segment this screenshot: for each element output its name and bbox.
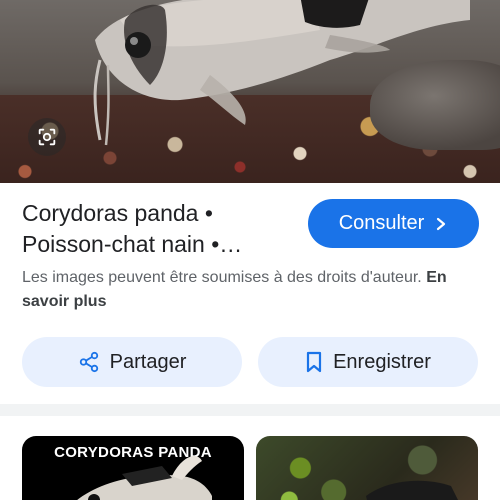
consult-button[interactable]: Consulter	[308, 199, 479, 248]
save-label: Enregistrer	[333, 350, 431, 373]
copyright-notice: Les images peuvent être soumises à des d…	[22, 266, 472, 314]
related-thumbnail-2[interactable]	[256, 436, 478, 500]
section-divider	[0, 404, 500, 416]
result-title[interactable]: Corydoras panda • Poisson-chat nain •…	[22, 198, 302, 260]
thumbnail-fish-image	[77, 456, 212, 500]
related-thumbnail-1[interactable]: CORYDORAS PANDA	[22, 436, 244, 500]
notice-text: Les images peuvent être soumises à des d…	[22, 269, 422, 286]
lens-button[interactable]	[28, 118, 66, 156]
share-icon	[79, 351, 98, 373]
chevron-right-icon	[437, 217, 446, 230]
fish-illustration	[93, 0, 470, 146]
share-label: Partager	[109, 350, 187, 373]
save-button[interactable]: Enregistrer	[258, 337, 478, 387]
share-button[interactable]: Partager	[22, 337, 242, 387]
bookmark-icon	[306, 351, 322, 373]
consult-label: Consulter	[338, 212, 425, 234]
lens-icon	[38, 128, 56, 146]
thumbnail-plants-image	[366, 480, 458, 500]
hero-image[interactable]	[0, 0, 500, 183]
